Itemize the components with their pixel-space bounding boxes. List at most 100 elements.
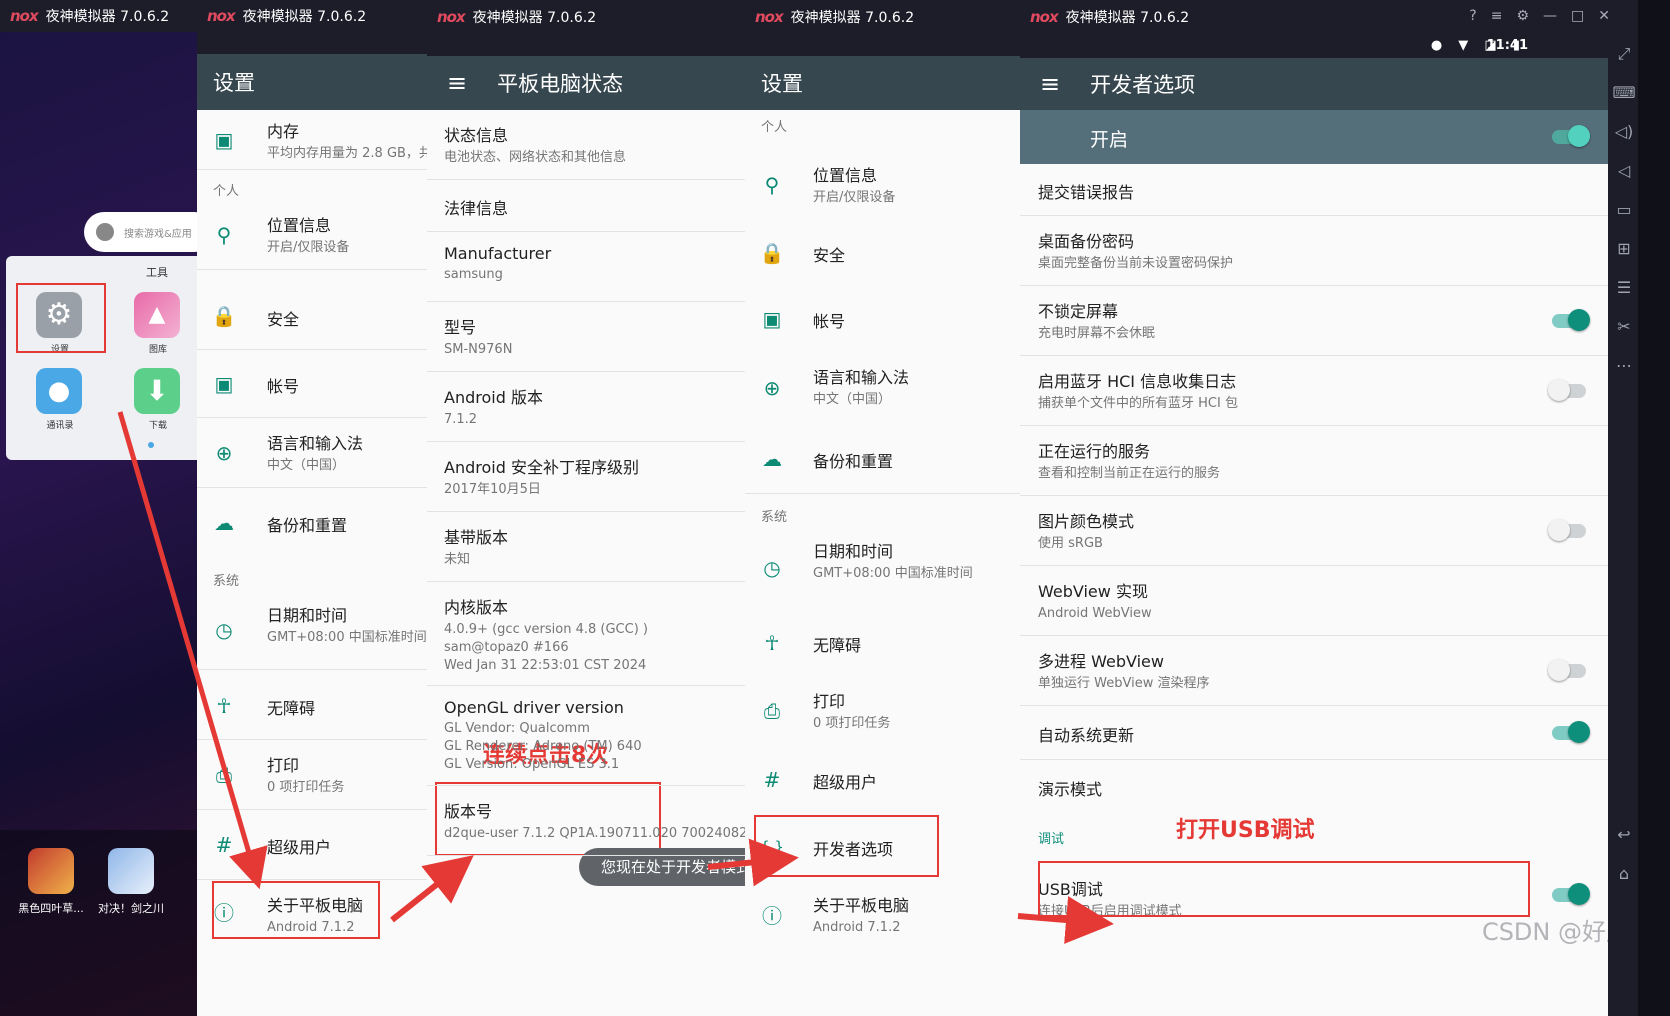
status-item-4[interactable]: Android 版本 7.1.2 xyxy=(427,372,745,442)
home-icon[interactable]: ⌂ xyxy=(1608,854,1638,893)
item-subtitle: GL Renderer: Adreno (TM) 640 xyxy=(444,739,642,754)
search-bar[interactable]: 搜索游戏&应用 xyxy=(84,212,197,252)
lock-icon: 🔒 xyxy=(211,304,237,328)
item-title: 关于平板电脑 xyxy=(813,896,910,915)
settings2-item-4[interactable]: ☁ 备份和重置 xyxy=(745,424,1020,494)
dev-item-4[interactable]: 正在运行的服务 查看和控制当前正在运行的服务 xyxy=(1020,426,1608,496)
dev-item-3[interactable]: 启用蓝牙 HCI 信息收集日志 捕获单个文件中的所有蓝牙 HCI 包 xyxy=(1020,356,1608,426)
add-apk-icon[interactable]: ⊞ xyxy=(1608,229,1638,268)
nox-logo: nox xyxy=(207,7,236,25)
maximize-icon[interactable]: □ xyxy=(1571,8,1598,24)
more-icon[interactable]: ⋯ xyxy=(1608,346,1638,385)
settings-item-5[interactable]: ◷ 日期和时间 GMT+08:00 中国标准时间 xyxy=(197,590,427,670)
status-item-9[interactable]: 版本号 d2que-user 7.1.2 QP1A.190711.020 7002… xyxy=(427,786,745,856)
window-title: 夜神模拟器 7.0.6.2 xyxy=(472,10,597,26)
keyboard-icon[interactable]: ⌨ xyxy=(1608,73,1638,112)
item-title: 备份和重置 xyxy=(813,452,894,471)
status-item-0[interactable]: 状态信息 电池状态、网络状态和其他信息 xyxy=(427,110,745,180)
item-subtitle: 开启/仅限设备 xyxy=(813,190,896,205)
item-subtitle: 桌面完整备份当前未设置密码保护 xyxy=(1038,256,1234,271)
item-subtitle: 4.0.9+ (gcc version 4.8 (GCC) ) xyxy=(444,622,648,637)
status-item-6[interactable]: 基带版本 未知 xyxy=(427,512,745,582)
volume-up-icon[interactable]: ◁) xyxy=(1608,112,1638,151)
settings2-item-7[interactable]: ⎙ 打印 0 项打印任务 xyxy=(745,676,1020,746)
usb-highlight-box xyxy=(1038,861,1530,917)
minimize-icon[interactable]: — xyxy=(1543,8,1571,24)
dev-item-8[interactable]: 自动系统更新 xyxy=(1020,706,1608,760)
settings2-item-3[interactable]: ⊕ 语言和输入法 中文（中国） xyxy=(745,352,1020,424)
master-switch-bar[interactable]: 开启 xyxy=(1020,110,1608,164)
settings2-item-0[interactable]: ⚲ 位置信息 开启/仅限设备 xyxy=(745,150,1020,220)
item-title: Android 安全补丁程序级别 xyxy=(444,458,639,477)
page-title: 平板电脑状态 xyxy=(497,72,624,96)
settings-item-7[interactable]: ⎙ 打印 0 项打印任务 xyxy=(197,740,427,810)
dev-item-9[interactable]: 演示模式 xyxy=(1020,760,1608,814)
app-gallery[interactable]: ▲ 图库 xyxy=(134,292,182,355)
multi-instance-icon[interactable]: ☰ xyxy=(1608,268,1638,307)
dev-item-5[interactable]: 图片颜色模式 使用 sRGB xyxy=(1020,496,1608,566)
dev-item-0[interactable]: 提交错误报告 xyxy=(1020,164,1608,216)
close-icon[interactable]: ✕ xyxy=(1598,8,1624,24)
back-icon[interactable]: ↩ xyxy=(1608,815,1638,854)
app-contacts[interactable]: ● 通讯录 xyxy=(36,368,84,431)
settings-item-1[interactable]: 🔒 安全 xyxy=(197,283,427,350)
settings-item-8[interactable]: # 超级用户 xyxy=(197,810,427,880)
fullscreen-icon[interactable]: ⤢ xyxy=(1608,34,1638,73)
dev-item-2[interactable]: 不锁定屏幕 充电时屏幕不会休眠 xyxy=(1020,286,1608,356)
nox-logo: nox xyxy=(1030,8,1059,26)
item-subtitle: 0 项打印任务 xyxy=(267,780,345,795)
settings-item-3[interactable]: ⊕ 语言和输入法 中文（中国） xyxy=(197,418,427,488)
screen-icon[interactable]: ▭ xyxy=(1608,190,1638,229)
dev-item-7[interactable]: 多进程 WebView 单独运行 WebView 渲染程序 xyxy=(1020,636,1608,706)
menu-icon[interactable]: ≡ xyxy=(1491,8,1517,24)
settings-item-9[interactable]: ⓘ 关于平板电脑 Android 7.1.2 xyxy=(197,880,427,942)
item-subtitle: GL Version: OpenGL ES 3.1 xyxy=(444,757,620,772)
settings-item-memory[interactable]: ▣ 内存 平均内存用量为 2.8 GB，共 xyxy=(197,110,427,170)
gear-icon[interactable]: ⚙ xyxy=(1516,8,1543,24)
app-download[interactable]: ⬇ 下载 xyxy=(134,368,182,431)
settings-item-6[interactable]: ☥ 无障碍 xyxy=(197,672,427,740)
setting-toggle[interactable] xyxy=(1548,659,1586,681)
settings2-item-10[interactable]: ⓘ 关于平板电脑 Android 7.1.2 xyxy=(745,880,1020,948)
menu-icon[interactable]: ≡ xyxy=(447,69,467,97)
settings-item-2[interactable]: ▣ 帐号 xyxy=(197,350,427,418)
settings2-item-6[interactable]: ☥ 无障碍 xyxy=(745,610,1020,676)
status-item-2[interactable]: Manufacturer samsung xyxy=(427,232,745,302)
scissors-icon[interactable]: ✂ xyxy=(1608,307,1638,346)
section-system: 系统 xyxy=(761,510,788,525)
setting-toggle[interactable] xyxy=(1552,721,1590,743)
status-item-1[interactable]: 法律信息 xyxy=(427,180,745,232)
status-item-7[interactable]: 内核版本 4.0.9+ (gcc version 4.8 (GCC) ) sam@t… xyxy=(427,582,745,686)
dock-app-1[interactable]: 黑色四叶草... xyxy=(16,848,86,916)
page-title: 设置 xyxy=(213,71,255,95)
settings2-item-9[interactable]: { } 开发者选项 xyxy=(745,814,1020,880)
menu-icon[interactable]: ≡ xyxy=(1040,70,1060,98)
volume-down-icon[interactable]: ◁ xyxy=(1608,151,1638,190)
hash-icon: # xyxy=(215,832,233,857)
dev-item-1[interactable]: 桌面备份密码 桌面完整备份当前未设置密码保护 xyxy=(1020,216,1608,286)
nox-logo: nox xyxy=(755,8,784,26)
setting-toggle[interactable] xyxy=(1548,519,1586,541)
status-item-8[interactable]: OpenGL driver version GL Vendor: Qualcomm… xyxy=(427,686,745,786)
settings2-item-5[interactable]: ◷ 日期和时间 GMT+08:00 中国标准时间 xyxy=(745,526,1020,610)
master-toggle[interactable] xyxy=(1552,125,1590,147)
help-icon[interactable]: ? xyxy=(1469,8,1490,24)
settings-item-0[interactable]: ⚲ 位置信息 开启/仅限设备 xyxy=(197,200,427,270)
item-title: 位置信息 xyxy=(813,166,878,185)
dev-item-6[interactable]: WebView 实现 Android WebView xyxy=(1020,566,1608,636)
setting-toggle[interactable] xyxy=(1552,309,1590,331)
account-icon: ▣ xyxy=(762,307,782,331)
settings2-item-2[interactable]: ▣ 帐号 xyxy=(745,286,1020,352)
setting-toggle[interactable] xyxy=(1548,379,1586,401)
item-title: 自动系统更新 xyxy=(1038,726,1135,745)
status-item-3[interactable]: 型号 SM-N976N xyxy=(427,302,745,372)
contact-icon: ● xyxy=(36,368,82,414)
status-item-5[interactable]: Android 安全补丁程序级别 2017年10月5日 xyxy=(427,442,745,512)
dock-app-2[interactable]: 对决！剑之川 xyxy=(96,848,166,916)
settings2-item-8[interactable]: # 超级用户 xyxy=(745,746,1020,814)
usb-toggle[interactable] xyxy=(1552,883,1590,905)
accessibility-icon: ☥ xyxy=(764,631,780,655)
settings-item-4[interactable]: ☁ 备份和重置 xyxy=(197,488,427,558)
master-label: 开启 xyxy=(1090,129,1129,151)
settings2-item-1[interactable]: 🔒 安全 xyxy=(745,220,1020,286)
